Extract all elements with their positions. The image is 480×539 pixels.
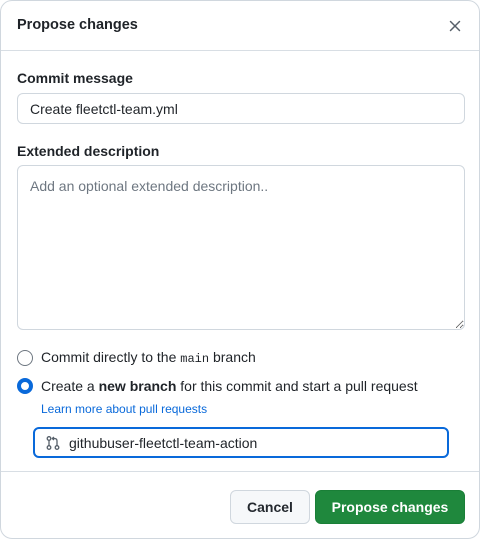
main-branch-name: main	[180, 352, 210, 366]
extended-description-label: Extended description	[17, 143, 160, 159]
new-branch-bold: new branch	[98, 378, 177, 394]
new-branch-prefix: Create a	[41, 378, 99, 394]
new-branch-suffix: for this commit and start a pull request	[176, 378, 418, 394]
dialog-title: Propose changes	[17, 17, 138, 33]
commit-message-label: Commit message	[17, 70, 133, 86]
commit-direct-prefix: Commit directly to the	[41, 349, 181, 365]
propose-changes-dialog: Propose changes Commit message Extended …	[0, 0, 480, 539]
branch-name-input[interactable]	[69, 434, 429, 451]
new-branch-label: Create a new branch for this commit and …	[41, 378, 418, 394]
new-branch-radio[interactable]	[17, 378, 33, 394]
branch-name-field[interactable]	[33, 427, 449, 458]
propose-changes-button[interactable]: Propose changes	[315, 490, 465, 524]
commit-direct-radio[interactable]	[17, 349, 33, 366]
commit-direct-option[interactable]: Commit directly to the main branch	[17, 349, 256, 366]
new-branch-option[interactable]: Create a new branch for this commit and …	[17, 378, 418, 394]
cancel-button[interactable]: Cancel	[230, 490, 310, 524]
commit-message-input[interactable]	[17, 93, 465, 124]
commit-direct-suffix: branch	[209, 349, 256, 365]
commit-direct-label: Commit directly to the main branch	[41, 349, 256, 366]
footer-divider	[1, 471, 479, 472]
learn-more-pull-requests-link[interactable]: Learn more about pull requests	[41, 402, 207, 416]
git-pull-request-icon	[46, 435, 60, 450]
close-button[interactable]	[441, 12, 469, 40]
extended-description-textarea[interactable]	[17, 165, 465, 330]
x-icon	[449, 20, 461, 32]
dialog-header: Propose changes	[1, 1, 479, 51]
